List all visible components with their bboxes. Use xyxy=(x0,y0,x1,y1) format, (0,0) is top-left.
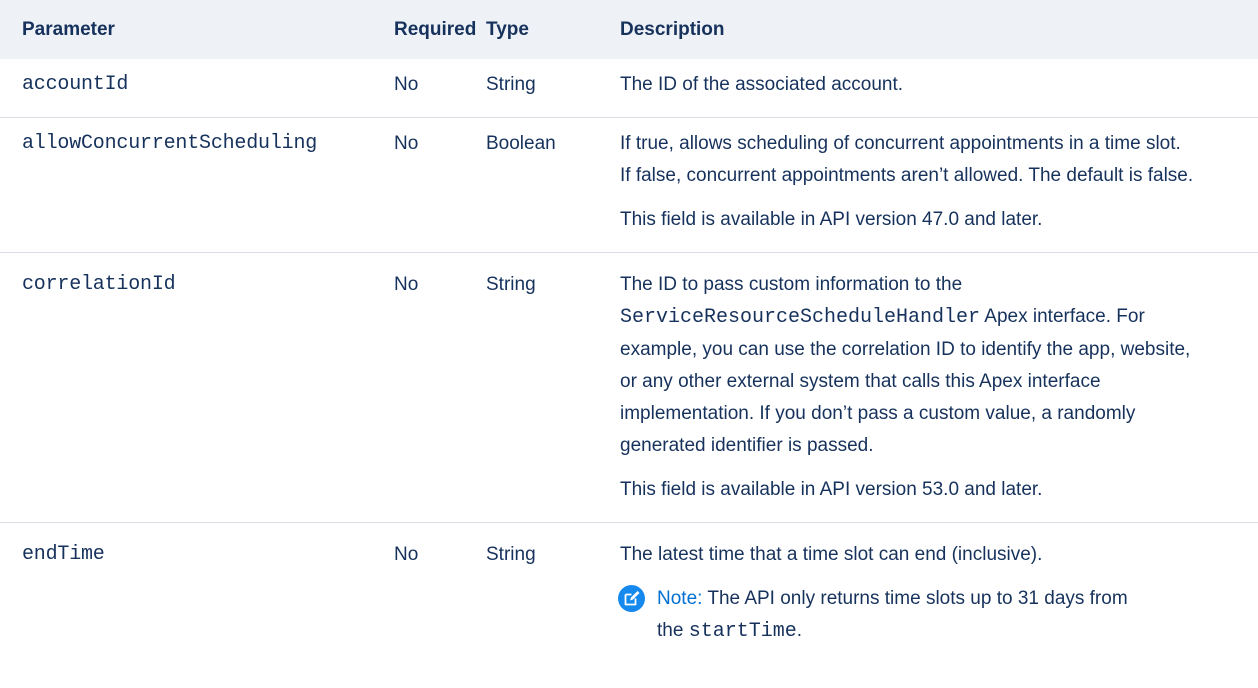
parameters-page: Parameter Required Type Description acco… xyxy=(0,0,1258,688)
param-required: No xyxy=(394,74,419,95)
table-row: accountId No String The ID of the associ… xyxy=(0,59,1258,118)
edit-note-icon xyxy=(618,585,645,612)
param-required: No xyxy=(394,544,419,565)
code-handler-name: ServiceResourceScheduleHandler xyxy=(620,306,981,329)
param-name: endTime xyxy=(22,543,105,566)
header-required: Required xyxy=(394,18,477,40)
param-type: String xyxy=(486,544,536,565)
description-line: If true, allows scheduling of concurrent… xyxy=(620,133,1181,154)
note-label: Note: xyxy=(657,588,703,609)
note-text: . xyxy=(796,620,803,641)
table-row: correlationId No String The ID to pass c… xyxy=(0,253,1258,523)
description-text: If true, allows scheduling of concurrent… xyxy=(620,128,1258,192)
header-row: Parameter Required Type Description xyxy=(0,0,1258,59)
description-text: The ID of the associated account. xyxy=(620,74,904,95)
table-header: Parameter Required Type Description xyxy=(0,0,1258,59)
code-start-time: startTime xyxy=(688,620,797,643)
header-parameter: Parameter xyxy=(22,18,115,40)
param-description: The ID to pass custom information to the… xyxy=(606,253,1258,523)
table-row: allowConcurrentScheduling No Boolean If … xyxy=(0,118,1258,253)
edit-note-icon-glyph xyxy=(624,591,640,606)
note-text: The API only returns time slots up to 31… xyxy=(702,588,1128,609)
description-line: Apex interface. For xyxy=(980,306,1145,327)
header-description: Description xyxy=(620,18,725,40)
param-type: Boolean xyxy=(486,133,556,154)
parameters-table: Parameter Required Type Description acco… xyxy=(0,0,1258,652)
description-line: implementation. If you don’t pass a cust… xyxy=(620,403,1136,424)
param-name: correlationId xyxy=(22,273,176,296)
description-text: The latest time that a time slot can end… xyxy=(620,544,1043,565)
table-row: endTime No String The latest time that a… xyxy=(0,523,1258,653)
description-line: or any other external system that calls … xyxy=(620,371,1101,392)
description-text: The ID to pass custom information to the… xyxy=(620,269,1258,462)
param-description: The latest time that a time slot can end… xyxy=(606,523,1258,653)
description-line: If false, concurrent appointments aren’t… xyxy=(620,165,1194,186)
param-name: allowConcurrentScheduling xyxy=(22,132,318,155)
param-description: If true, allows scheduling of concurrent… xyxy=(606,118,1258,253)
table-body: accountId No String The ID of the associ… xyxy=(0,59,1258,652)
header-type: Type xyxy=(486,18,529,40)
param-name: accountId xyxy=(22,73,129,96)
description-line: generated identifier is passed. xyxy=(620,435,874,456)
param-description: The ID of the associated account. xyxy=(606,59,1258,118)
description-line: example, you can use the correlation ID … xyxy=(620,339,1191,360)
note-text: the xyxy=(657,620,689,641)
param-type: String xyxy=(486,274,536,295)
note-body: Note: The API only returns time slots up… xyxy=(657,583,1128,648)
param-required: No xyxy=(394,274,419,295)
description-line: The ID to pass custom information to the xyxy=(620,274,963,295)
param-type: String xyxy=(486,74,536,95)
param-required: No xyxy=(394,133,419,154)
note-callout: Note: The API only returns time slots up… xyxy=(618,583,1258,648)
description-version-note: This field is available in API version 5… xyxy=(620,479,1043,500)
description-version-note: This field is available in API version 4… xyxy=(620,209,1043,230)
